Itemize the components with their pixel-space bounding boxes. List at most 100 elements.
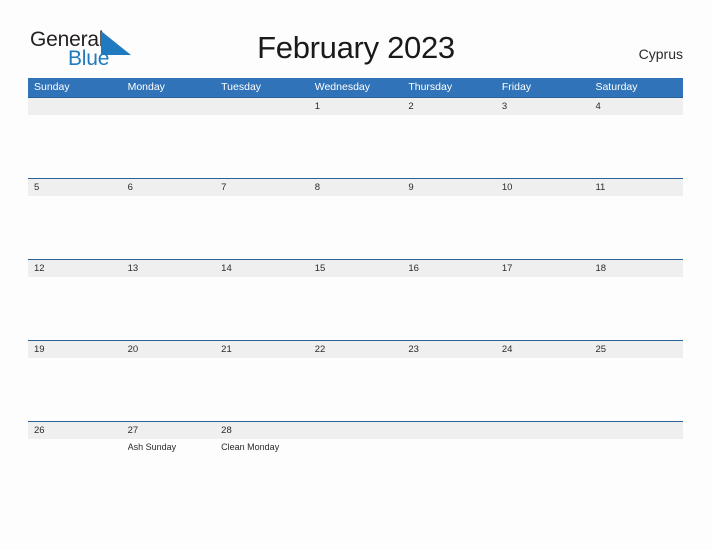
calendar-week-row: 1 2 3 4 (28, 97, 683, 178)
day-number[interactable]: 9 (402, 179, 496, 196)
weekday-header-tuesday: Tuesday (221, 81, 262, 93)
week-event-band (28, 196, 683, 258)
calendar-grid: Sunday Monday Tuesday Wednesday Thursday… (28, 78, 683, 501)
weekday-header-wednesday: Wednesday (314, 81, 370, 93)
day-cell[interactable] (122, 115, 216, 177)
day-cell[interactable] (28, 358, 122, 420)
calendar-week-row: 19 20 21 22 23 24 25 (28, 340, 683, 421)
weekday-header-sunday: Sunday (34, 81, 70, 93)
day-cell[interactable]: Ash Sunday (122, 439, 216, 501)
day-cell[interactable] (309, 439, 403, 501)
day-cell[interactable] (122, 196, 216, 258)
day-cell[interactable] (402, 115, 496, 177)
day-number[interactable]: 13 (122, 260, 216, 277)
weekday-header-thursday: Thursday (408, 81, 453, 93)
day-cell[interactable] (215, 196, 309, 258)
day-number[interactable]: 15 (309, 260, 403, 277)
day-number[interactable]: 6 (122, 179, 216, 196)
day-cell[interactable] (28, 439, 122, 501)
day-cell[interactable] (309, 196, 403, 258)
week-date-band: 1 2 3 4 (28, 97, 683, 115)
day-number[interactable]: 11 (589, 179, 683, 196)
week-event-band: Ash Sunday Clean Monday (28, 439, 683, 501)
day-event-text: Ash Sunday (127, 442, 177, 452)
day-cell[interactable] (28, 115, 122, 177)
weekday-header-friday: Friday (501, 81, 532, 93)
day-number[interactable]: 24 (496, 341, 590, 358)
day-number[interactable] (402, 422, 496, 439)
week-date-band: 19 20 21 22 23 24 25 (28, 340, 683, 358)
page-header: General Blue February 2023 Cyprus (0, 0, 712, 78)
day-cell[interactable] (309, 358, 403, 420)
day-cell[interactable] (589, 277, 683, 339)
day-number[interactable]: 20 (122, 341, 216, 358)
locale-label: Cyprus (638, 46, 683, 62)
day-cell[interactable] (496, 277, 590, 339)
weekday-header-saturday: Saturday (595, 81, 638, 93)
day-number[interactable]: 26 (28, 422, 122, 439)
day-cell[interactable] (589, 439, 683, 501)
day-cell[interactable] (215, 115, 309, 177)
page-title: February 2023 (257, 30, 455, 65)
calendar-week-row: 5 6 7 8 9 10 11 (28, 178, 683, 259)
day-number[interactable]: 28 (215, 422, 309, 439)
day-cell[interactable] (28, 196, 122, 258)
week-event-band (28, 277, 683, 339)
day-cell[interactable] (309, 115, 403, 177)
day-cell[interactable] (589, 358, 683, 420)
week-date-band: 5 6 7 8 9 10 11 (28, 178, 683, 196)
day-cell[interactable] (589, 196, 683, 258)
weekday-header-monday: Monday (127, 81, 165, 93)
day-number[interactable]: 18 (589, 260, 683, 277)
day-number[interactable]: 12 (28, 260, 122, 277)
day-cell[interactable] (402, 358, 496, 420)
day-number[interactable]: 25 (589, 341, 683, 358)
day-number[interactable]: 23 (402, 341, 496, 358)
day-number[interactable]: 4 (589, 98, 683, 115)
day-number[interactable] (589, 422, 683, 439)
day-cell[interactable] (309, 277, 403, 339)
day-cell[interactable] (122, 277, 216, 339)
day-number[interactable]: 19 (28, 341, 122, 358)
calendar-week-row: 12 13 14 15 16 17 18 (28, 259, 683, 340)
day-cell[interactable] (402, 196, 496, 258)
day-number[interactable]: 1 (309, 98, 403, 115)
week-event-band (28, 115, 683, 177)
day-number[interactable]: 22 (309, 341, 403, 358)
day-number[interactable] (122, 98, 216, 115)
day-cell[interactable]: Clean Monday (215, 439, 309, 501)
day-number[interactable]: 16 (402, 260, 496, 277)
day-cell[interactable] (28, 277, 122, 339)
week-date-band: 26 27 28 (28, 421, 683, 439)
day-cell[interactable] (402, 439, 496, 501)
day-cell[interactable] (122, 358, 216, 420)
day-number[interactable]: 27 (122, 422, 216, 439)
day-event-text: Clean Monday (221, 442, 280, 452)
day-number[interactable]: 17 (496, 260, 590, 277)
day-cell[interactable] (402, 277, 496, 339)
weekday-header-row: Sunday Monday Tuesday Wednesday Thursday… (28, 78, 683, 97)
day-number[interactable]: 5 (28, 179, 122, 196)
day-cell[interactable] (496, 115, 590, 177)
day-number[interactable] (496, 422, 590, 439)
day-number[interactable] (309, 422, 403, 439)
week-date-band: 12 13 14 15 16 17 18 (28, 259, 683, 277)
day-cell[interactable] (496, 439, 590, 501)
day-cell[interactable] (496, 358, 590, 420)
day-number[interactable]: 14 (215, 260, 309, 277)
calendar-week-row: 26 27 28 Ash Sunday Clean Monday (28, 421, 683, 501)
day-cell[interactable] (496, 196, 590, 258)
day-cell[interactable] (215, 277, 309, 339)
day-cell[interactable] (215, 358, 309, 420)
day-number[interactable] (215, 98, 309, 115)
day-number[interactable]: 21 (215, 341, 309, 358)
day-number[interactable]: 3 (496, 98, 590, 115)
day-number[interactable]: 7 (215, 179, 309, 196)
day-cell[interactable] (589, 115, 683, 177)
day-number[interactable]: 2 (402, 98, 496, 115)
day-number[interactable]: 10 (496, 179, 590, 196)
day-number[interactable] (28, 98, 122, 115)
calendar-page: General Blue February 2023 Cyprus Sunday… (0, 0, 712, 550)
week-event-band (28, 358, 683, 420)
day-number[interactable]: 8 (309, 179, 403, 196)
